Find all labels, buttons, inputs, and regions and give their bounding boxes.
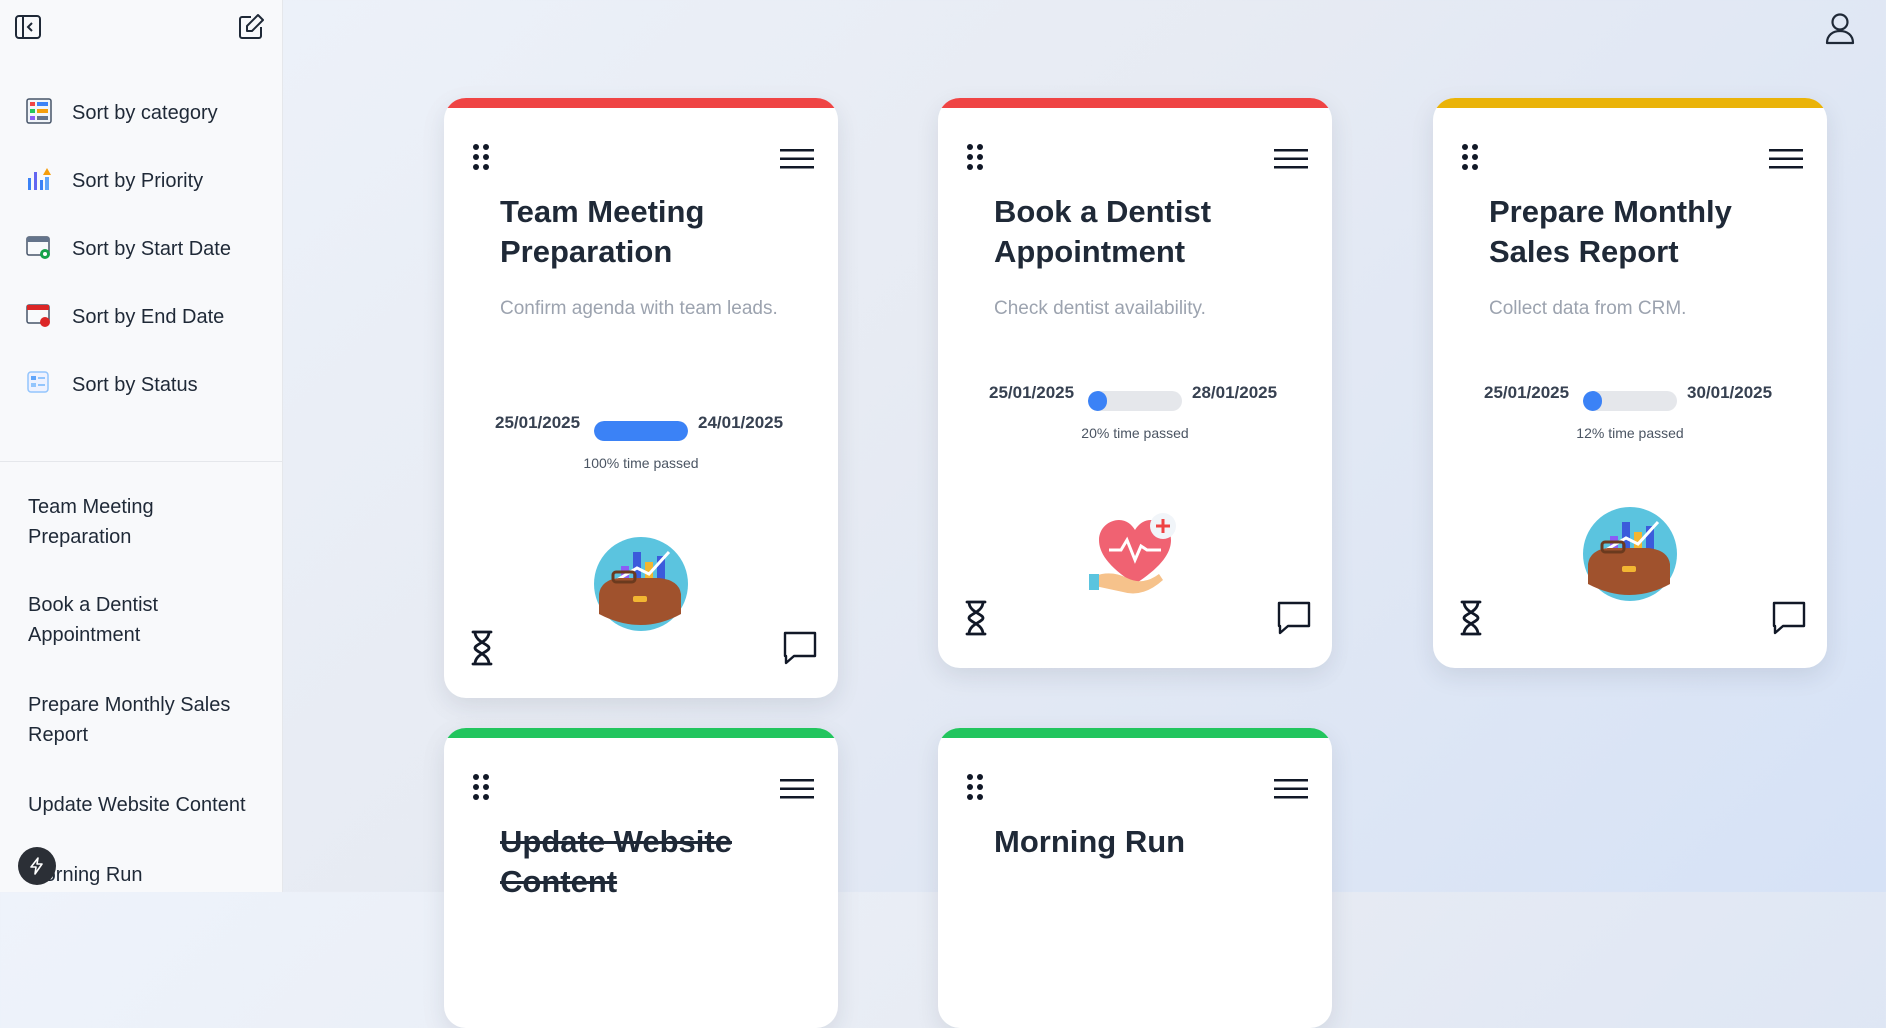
card-title: Book a Dentist Appointment	[994, 194, 1212, 269]
category-sort-icon	[26, 98, 52, 124]
comment-icon[interactable]	[1276, 600, 1312, 636]
sort-by-priority[interactable]: Sort by Priority	[0, 160, 282, 228]
sort-by-category[interactable]: Sort by category	[0, 92, 282, 160]
sort-label: Sort by Start Date	[72, 238, 231, 260]
comment-icon[interactable]	[782, 630, 818, 666]
comment-icon[interactable]	[1771, 600, 1807, 636]
card-description: Confirm agenda with team leads.	[500, 298, 778, 319]
sort-label: Sort by category	[72, 102, 218, 124]
new-task-button[interactable]	[236, 12, 266, 42]
briefcase-chart-icon	[594, 537, 688, 631]
task-card[interactable]: Book a Dentist Appointment Check dentist…	[938, 98, 1332, 668]
drag-handle-icon[interactable]	[470, 772, 492, 802]
end-date-sort-icon	[26, 304, 50, 327]
sidebar-task-item[interactable]: Team Meeting Preparation	[0, 480, 282, 552]
lightning-icon	[30, 857, 43, 875]
edit-icon	[239, 14, 264, 39]
drag-handle-icon[interactable]	[964, 142, 986, 172]
sidebar-task-item[interactable]: Prepare Monthly Sales Report	[0, 650, 282, 750]
sort-by-start-date[interactable]: Sort by Start Date	[0, 228, 282, 296]
time-progress-bar	[594, 421, 688, 441]
priority-bar	[1433, 98, 1827, 108]
hamburger-menu-icon[interactable]	[1769, 148, 1803, 170]
time-progress-bar	[1088, 391, 1182, 411]
hourglass-icon[interactable]	[964, 600, 988, 636]
card-title: Update Website Content	[500, 824, 732, 899]
sort-label: Sort by Priority	[72, 170, 204, 192]
sidebar-task-list: Team Meeting Preparation Book a Dentist …	[0, 480, 282, 890]
briefcase-chart-icon	[1583, 507, 1677, 601]
card-title: Team Meeting Preparation	[500, 194, 705, 269]
time-progress-bar	[1583, 391, 1677, 411]
status-sort-icon	[27, 371, 49, 393]
time-passed-label: 100% time passed	[583, 455, 699, 471]
time-passed-label: 12% time passed	[1576, 425, 1684, 441]
panel-left-icon	[15, 15, 41, 39]
end-date: 30/01/2025	[1687, 383, 1773, 402]
sort-by-end-date[interactable]: Sort by End Date	[0, 296, 282, 364]
sort-options: Sort by category Sort by Priority Sort b…	[0, 92, 282, 432]
sidebar-task-item[interactable]: Book a Dentist Appointment	[0, 552, 282, 650]
drag-handle-icon[interactable]	[1459, 142, 1481, 172]
sidebar-divider	[0, 461, 282, 462]
end-date: 28/01/2025	[1192, 383, 1278, 402]
card-description: Check dentist availability.	[994, 298, 1206, 319]
task-card[interactable]: Team Meeting Preparation Confirm agenda …	[444, 98, 838, 698]
card-title: Prepare Monthly Sales Report	[1489, 194, 1732, 269]
sidebar-task-item[interactable]: Update Website Content	[0, 750, 282, 820]
time-progress-fill	[1088, 391, 1107, 411]
priority-sort-icon	[28, 168, 51, 190]
end-date: 24/01/2025	[698, 413, 784, 432]
time-progress-fill	[1583, 391, 1602, 411]
start-date-sort-icon	[26, 236, 50, 259]
collapse-sidebar-button[interactable]	[13, 12, 43, 42]
time-passed-label: 20% time passed	[1081, 425, 1189, 441]
start-date: 25/01/2025	[495, 413, 581, 432]
card-description: Collect data from CRM.	[1489, 298, 1687, 319]
quick-action-button[interactable]	[18, 847, 56, 885]
priority-bar	[938, 728, 1332, 738]
sort-label: Sort by Status	[72, 374, 198, 396]
hamburger-menu-icon[interactable]	[780, 778, 814, 800]
sidebar: Sort by category Sort by Priority Sort b…	[0, 0, 283, 892]
drag-handle-icon[interactable]	[470, 142, 492, 172]
card-timeline: 25/01/2025 30/01/2025 12% time passed	[1433, 383, 1827, 463]
priority-bar	[444, 728, 838, 738]
priority-bar	[444, 98, 838, 108]
card-title: Morning Run	[994, 824, 1186, 859]
card-timeline: 25/01/2025 24/01/2025 100% time passed	[444, 413, 838, 493]
health-heart-icon	[1089, 513, 1176, 594]
task-card[interactable]: Prepare Monthly Sales Report Collect dat…	[1433, 98, 1827, 668]
drag-handle-icon[interactable]	[964, 772, 986, 802]
hamburger-menu-icon[interactable]	[1274, 778, 1308, 800]
hamburger-menu-icon[interactable]	[1274, 148, 1308, 170]
hourglass-icon[interactable]	[470, 630, 494, 666]
task-card[interactable]: Morning Run	[938, 728, 1332, 1028]
time-progress-fill	[594, 421, 688, 441]
hamburger-menu-icon[interactable]	[780, 148, 814, 170]
sidebar-header	[0, 0, 282, 60]
sort-by-status[interactable]: Sort by Status	[0, 364, 282, 432]
user-profile-button[interactable]	[1822, 10, 1858, 46]
start-date: 25/01/2025	[989, 383, 1075, 402]
sort-label: Sort by End Date	[72, 306, 225, 328]
start-date: 25/01/2025	[1484, 383, 1570, 402]
priority-bar	[938, 98, 1332, 108]
hourglass-icon[interactable]	[1459, 600, 1483, 636]
card-timeline: 25/01/2025 28/01/2025 20% time passed	[938, 383, 1332, 463]
user-icon	[1825, 13, 1855, 45]
task-card[interactable]: Update Website Content	[444, 728, 838, 1028]
